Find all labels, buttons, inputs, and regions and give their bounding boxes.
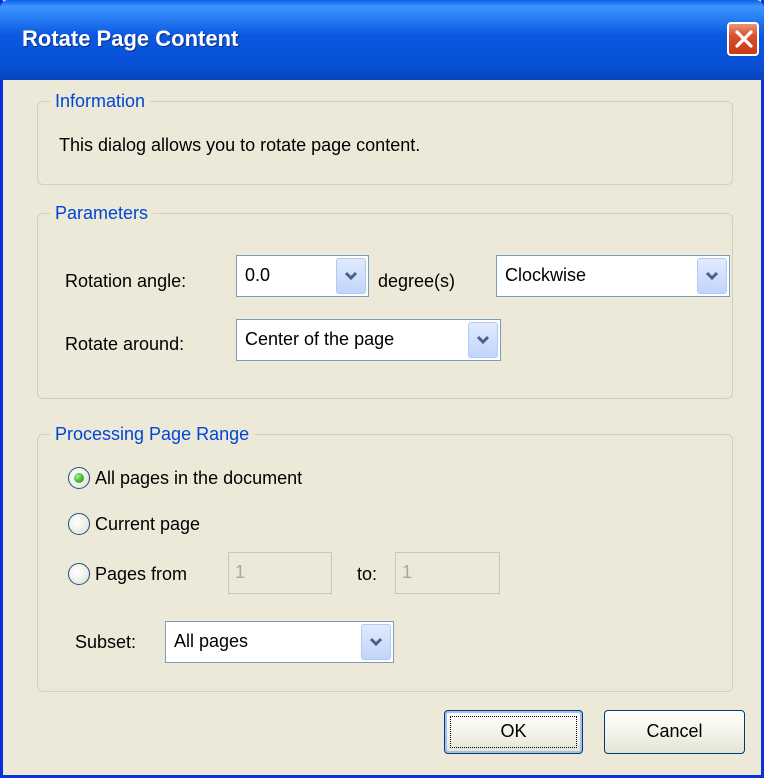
chevron-down-icon bbox=[344, 271, 358, 281]
cancel-button[interactable]: Cancel bbox=[604, 710, 745, 754]
pages-to-value: 1 bbox=[402, 562, 413, 582]
parameters-group: Parameters Rotation angle: 0.0 degree(s)… bbox=[37, 202, 733, 399]
information-text: This dialog allows you to rotate page co… bbox=[59, 135, 421, 155]
rotation-angle-label: Rotation angle: bbox=[65, 271, 187, 291]
radio-all-pages[interactable] bbox=[68, 467, 90, 489]
rotate-around-label: Rotate around: bbox=[65, 334, 185, 354]
rotation-angle-combo[interactable]: 0.0 bbox=[236, 255, 369, 297]
radio-pages-from[interactable] bbox=[68, 563, 90, 585]
rotation-angle-value: 0.0 bbox=[245, 265, 271, 285]
subset-combo[interactable]: All pages bbox=[165, 621, 394, 663]
page-range-legend: Processing Page Range bbox=[50, 423, 255, 445]
rotate-around-combo[interactable]: Center of the page bbox=[236, 319, 501, 361]
subset-dropdown-button[interactable] bbox=[361, 624, 391, 660]
page-range-group: Processing Page Range All pages in the d… bbox=[37, 423, 733, 692]
close-icon bbox=[735, 30, 753, 48]
direction-combo[interactable]: Clockwise bbox=[496, 255, 730, 297]
degrees-label: degree(s) bbox=[378, 271, 456, 291]
title-bar[interactable]: Rotate Page Content bbox=[0, 0, 764, 80]
radio-current-page-label[interactable]: Current page bbox=[95, 513, 200, 535]
subset-value: All pages bbox=[174, 631, 249, 651]
chevron-down-icon bbox=[369, 637, 383, 647]
pages-from-value: 1 bbox=[235, 562, 246, 582]
radio-all-pages-label[interactable]: All pages in the document bbox=[95, 467, 302, 489]
cancel-button-label: Cancel bbox=[646, 721, 703, 741]
chevron-down-icon bbox=[476, 335, 490, 345]
pages-from-input[interactable]: 1 bbox=[228, 552, 332, 594]
information-legend: Information bbox=[50, 90, 151, 112]
subset-label: Subset: bbox=[75, 632, 137, 652]
window-title: Rotate Page Content bbox=[22, 26, 239, 51]
chevron-down-icon bbox=[705, 271, 719, 281]
radio-pages-from-label[interactable]: Pages from bbox=[95, 563, 187, 585]
rotate-around-dropdown-button[interactable] bbox=[468, 322, 498, 358]
pages-to-input[interactable]: 1 bbox=[395, 552, 500, 594]
information-group: Information This dialog allows you to ro… bbox=[37, 90, 733, 185]
focus-rectangle bbox=[450, 716, 577, 748]
direction-dropdown-button[interactable] bbox=[697, 258, 727, 294]
close-button[interactable] bbox=[727, 22, 759, 56]
ok-button[interactable]: OK bbox=[444, 710, 583, 754]
rotate-around-value: Center of the page bbox=[245, 329, 395, 349]
pages-to-label: to: bbox=[357, 564, 378, 584]
rotation-angle-dropdown-button[interactable] bbox=[336, 258, 366, 294]
direction-value: Clockwise bbox=[505, 265, 587, 285]
parameters-legend: Parameters bbox=[50, 202, 154, 224]
radio-selected-dot bbox=[74, 473, 84, 483]
rotate-page-content-dialog: Rotate Page Content Information This dia… bbox=[0, 0, 764, 778]
radio-current-page[interactable] bbox=[68, 513, 90, 535]
